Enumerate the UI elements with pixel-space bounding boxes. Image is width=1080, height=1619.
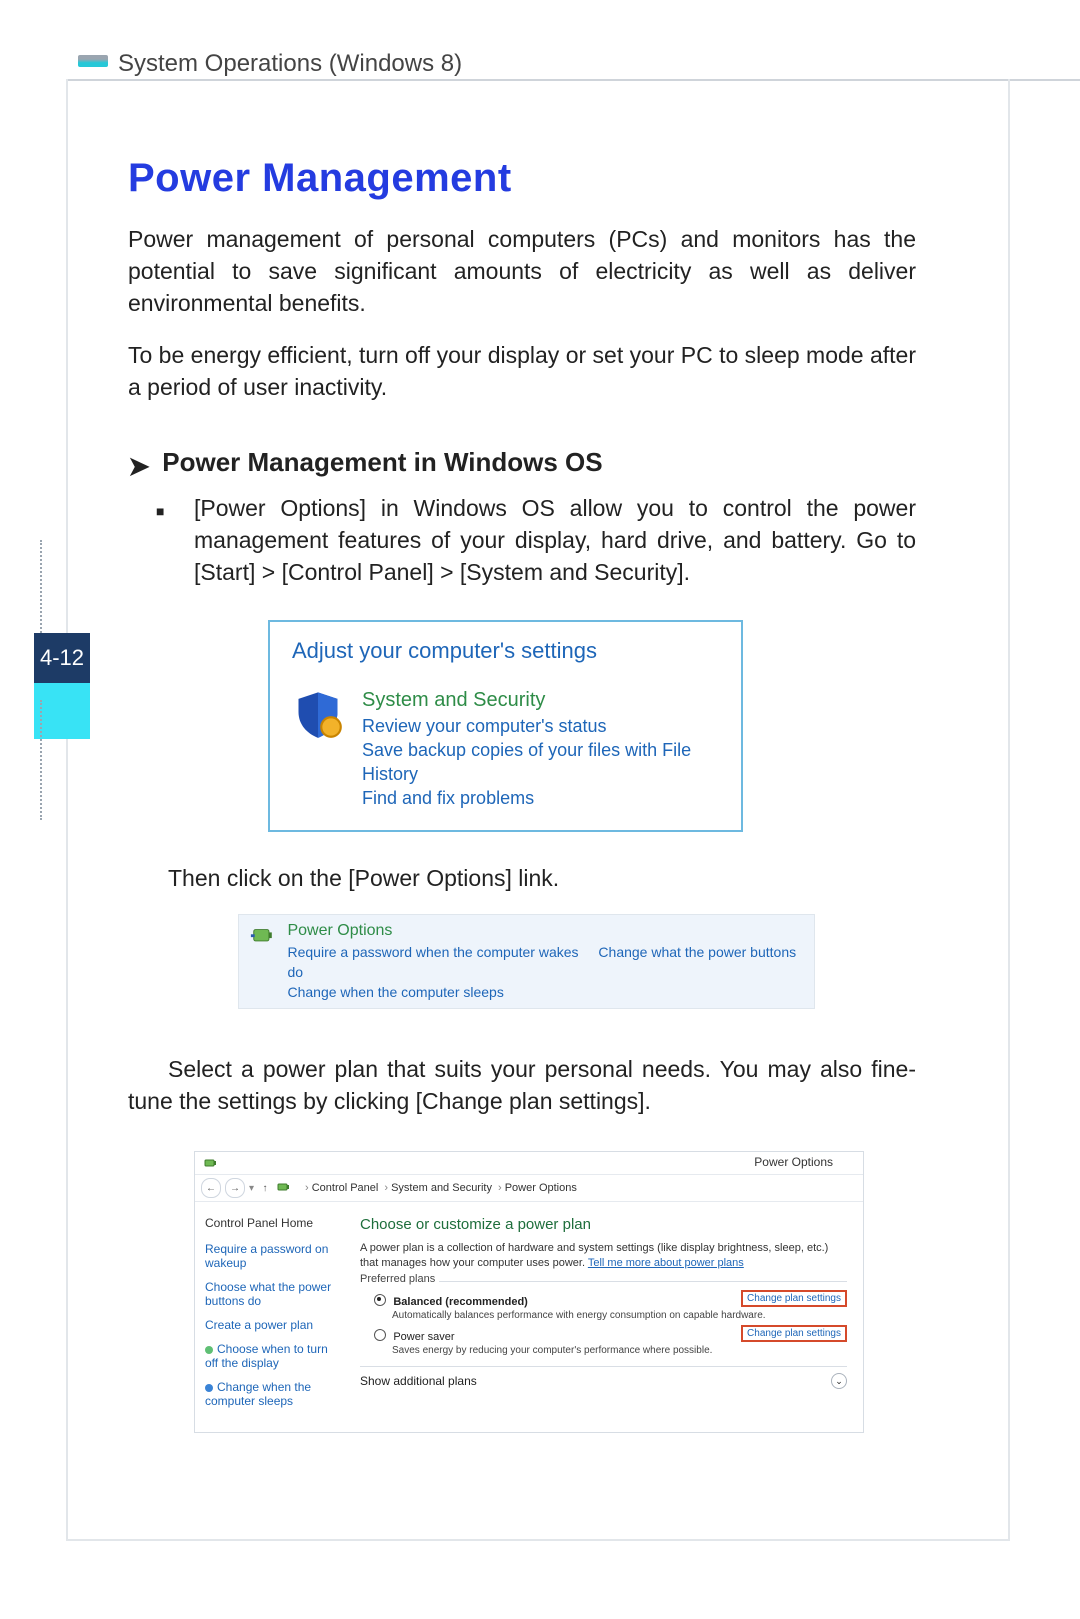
category-sublink-2[interactable]: Save backup copies of your files with Fi… [362, 738, 719, 786]
moon-icon [205, 1384, 213, 1392]
section-heading: ➤ Power Management in Windows OS [128, 447, 916, 482]
sidebar-link-3[interactable]: Create a power plan [205, 1318, 340, 1332]
preferred-plans-legend: Preferred plans [360, 1273, 439, 1285]
control-panel-tile: Adjust your computer's settings System a… [268, 620, 743, 832]
category-link[interactable]: System and Security [362, 688, 719, 712]
crumb-battery-icon [276, 1179, 292, 1198]
plan-balanced-sub: Automatically balances performance with … [392, 1310, 847, 1321]
intro-para-1: Power management of personal computers (… [128, 223, 916, 319]
display-icon [205, 1346, 213, 1354]
page-tab-accent [34, 683, 90, 739]
change-plan-2[interactable]: Change plan settings [741, 1325, 847, 1342]
power-sublink-c[interactable]: Change when the computer sleeps [287, 982, 804, 1002]
power-options-strip: Power Options Require a password when th… [238, 914, 815, 1009]
category-sublink-1[interactable]: Review your computer's status [362, 714, 719, 738]
sidebar-link-5[interactable]: Change when the computer sleeps [205, 1380, 340, 1408]
body-after-fig2: Select a power plan that suits your pers… [128, 1053, 916, 1117]
radio-balanced[interactable] [374, 1294, 386, 1306]
category-sublink-3[interactable]: Find and fix problems [362, 786, 719, 810]
window-battery-icon [203, 1155, 219, 1171]
breadcrumb[interactable]: ›Control Panel ›System and Security ›Pow… [302, 1182, 577, 1194]
plan-saver-name: Power saver [393, 1331, 454, 1343]
main-description: A power plan is a collection of hardware… [360, 1241, 847, 1271]
change-plan-1[interactable]: Change plan settings [741, 1290, 847, 1307]
sidebar-link-4[interactable]: Choose when to turn off the display [205, 1342, 340, 1370]
window-main: Choose or customize a power plan A power… [350, 1202, 863, 1432]
chapter-title: System Operations (Windows 8) [118, 50, 462, 78]
sidebar-link-1[interactable]: Require a password on wakeup [205, 1242, 340, 1270]
heading-arrow-icon: ➤ [128, 451, 150, 482]
section-heading-text: Power Management in Windows OS [162, 447, 602, 477]
power-sublink-a[interactable]: Require a password when the computer wak… [287, 944, 578, 960]
show-additional-plans[interactable]: Show additional plans [360, 1374, 477, 1388]
control-panel-heading: Adjust your computer's settings [292, 638, 719, 664]
battery-icon [249, 921, 277, 951]
page-number-tab: 4-12 [34, 633, 90, 739]
margin-dots-bottom [40, 700, 42, 820]
bullet-item: [Power Options] in Windows OS allow you … [156, 492, 916, 588]
sidebar-home[interactable]: Control Panel Home [205, 1216, 340, 1230]
nav-back-button[interactable]: ← [201, 1178, 221, 1198]
sidebar-link-2[interactable]: Choose what the power buttons do [205, 1280, 340, 1308]
power-options-link[interactable]: Power Options [287, 921, 804, 941]
header-accent [78, 55, 108, 67]
radio-powersaver[interactable] [374, 1329, 386, 1341]
nav-fwd-button[interactable]: → [225, 1178, 245, 1198]
sidebar: Control Panel Home Require a password on… [195, 1202, 350, 1432]
tell-more-link[interactable]: Tell me more about power plans [588, 1257, 744, 1269]
window-title: Power Options [754, 1155, 833, 1169]
plan-balanced-name: Balanced (recommended) [393, 1296, 527, 1308]
body-after-fig1: Then click on the [Power Options] link. [128, 862, 916, 894]
plan-saver-sub: Saves energy by reducing your computer's… [392, 1345, 847, 1356]
shield-icon [292, 688, 344, 740]
nav-up-button[interactable]: ↑ [258, 1181, 272, 1195]
main-heading: Choose or customize a power plan [360, 1216, 847, 1233]
chevron-down-icon[interactable]: ⌄ [831, 1373, 847, 1389]
power-options-window: Power Options ← → ▾ ↑ ›Control Panel ›Sy… [194, 1151, 864, 1433]
page-number: 4-12 [40, 645, 84, 671]
intro-para-2: To be energy efficient, turn off your di… [128, 339, 916, 403]
page-title: Power Management [128, 156, 916, 201]
